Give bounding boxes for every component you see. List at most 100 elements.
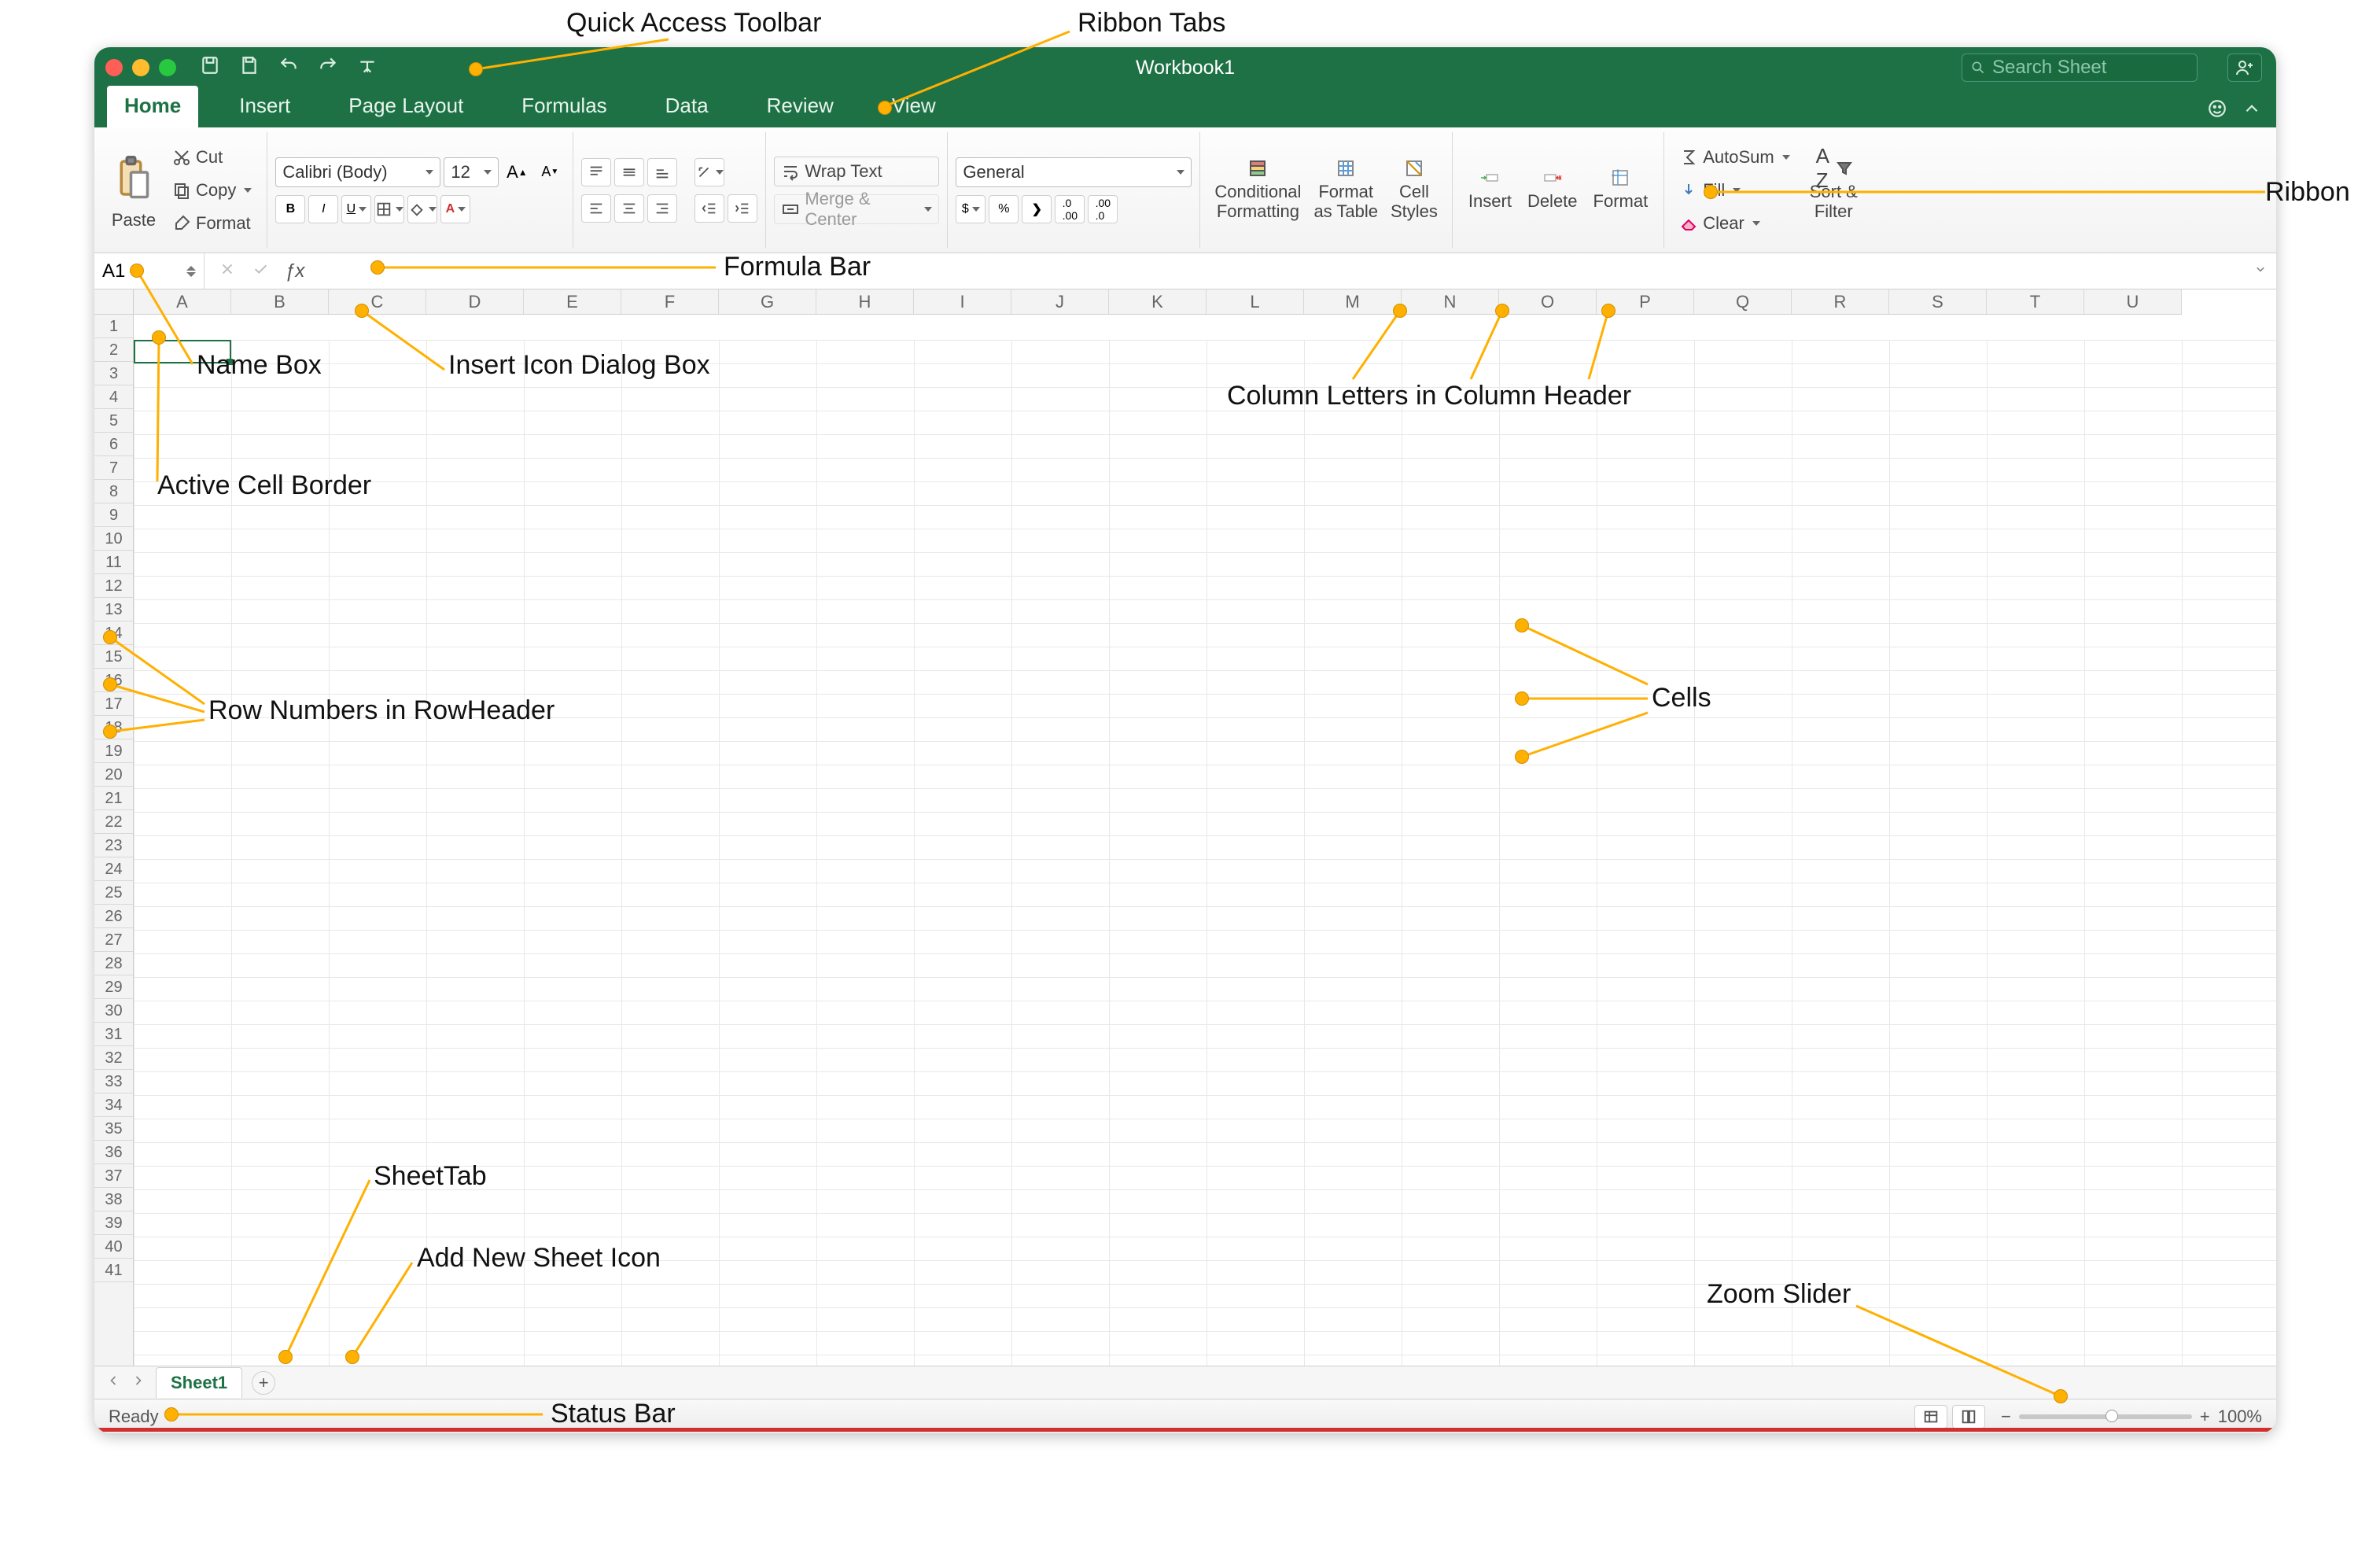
row-header[interactable]: 6 [94, 433, 133, 456]
row-header[interactable]: 9 [94, 503, 133, 527]
row-header[interactable]: 22 [94, 810, 133, 834]
zoom-slider[interactable]: − + 100% [2001, 1407, 2262, 1427]
row-header[interactable]: 4 [94, 385, 133, 409]
comma-icon[interactable]: ❯ [1022, 195, 1052, 223]
emoji-icon[interactable] [2207, 98, 2227, 123]
column-header[interactable]: G [719, 289, 816, 314]
row-headers[interactable]: 1234567891011121314151617181920212223242… [94, 315, 134, 1366]
next-sheet-icon[interactable] [131, 1373, 146, 1393]
orientation-icon[interactable] [694, 158, 724, 186]
number-format-select[interactable]: General [956, 157, 1192, 187]
add-sheet-button[interactable]: + [252, 1371, 275, 1395]
conditional-formatting-icon[interactable] [1248, 159, 1267, 178]
row-header[interactable]: 30 [94, 999, 133, 1023]
select-all-corner[interactable] [94, 289, 134, 315]
align-left-icon[interactable] [581, 194, 611, 223]
decrease-decimal-icon[interactable]: .00.0 [1088, 195, 1118, 223]
maximize-icon[interactable] [159, 59, 176, 76]
row-header[interactable]: 11 [94, 551, 133, 574]
window-controls[interactable] [105, 59, 176, 76]
row-header[interactable]: 35 [94, 1117, 133, 1141]
spreadsheet-grid[interactable]: ABCDEFGHIJKLMNOPQRSTU 123456789101112131… [94, 289, 2276, 1366]
row-header[interactable]: 20 [94, 763, 133, 787]
decrease-indent-icon[interactable] [694, 194, 724, 223]
row-header[interactable]: 17 [94, 692, 133, 716]
undo-icon[interactable] [278, 55, 299, 81]
bold-button[interactable]: B [275, 195, 305, 223]
tab-data[interactable]: Data [648, 86, 726, 127]
column-header[interactable]: F [621, 289, 719, 314]
column-header[interactable]: L [1207, 289, 1304, 314]
cells-area[interactable] [134, 340, 2276, 1366]
column-header[interactable]: K [1109, 289, 1207, 314]
copy-button[interactable]: Copy [165, 175, 259, 205]
align-top-icon[interactable] [581, 158, 611, 186]
row-header[interactable]: 21 [94, 787, 133, 810]
column-header[interactable]: Q [1694, 289, 1792, 314]
sort-filter-button[interactable]: Sort & Filter [1810, 183, 1858, 220]
row-header[interactable]: 31 [94, 1023, 133, 1046]
row-header[interactable]: 1 [94, 315, 133, 338]
format-cells-icon[interactable] [1611, 168, 1630, 187]
clear-button[interactable]: Clear [1672, 208, 1767, 238]
expand-formula-bar-icon[interactable] [2253, 261, 2268, 281]
search-sheet-input[interactable]: Search Sheet [1962, 53, 2198, 82]
row-header[interactable]: 40 [94, 1235, 133, 1259]
currency-icon[interactable]: $ [956, 195, 986, 223]
save-icon[interactable] [239, 55, 260, 81]
autosave-icon[interactable] [200, 55, 220, 81]
insert-function-icon[interactable]: ƒx [285, 260, 304, 282]
tab-home[interactable]: Home [107, 86, 198, 127]
row-header[interactable]: 33 [94, 1070, 133, 1093]
tab-page-layout[interactable]: Page Layout [331, 86, 481, 127]
column-header[interactable]: U [2084, 289, 2182, 314]
name-box[interactable]: A1 [94, 253, 204, 289]
row-header[interactable]: 24 [94, 857, 133, 881]
share-button[interactable] [2227, 53, 2262, 82]
insert-cells-icon[interactable] [1480, 168, 1499, 187]
borders-button[interactable] [374, 195, 404, 223]
merge-center-button[interactable]: Merge & Center [774, 194, 939, 224]
align-right-icon[interactable] [647, 194, 677, 223]
row-header[interactable]: 5 [94, 409, 133, 433]
cell-styles-icon[interactable] [1405, 159, 1424, 178]
qat-customize-icon[interactable] [357, 55, 378, 81]
column-header[interactable]: J [1011, 289, 1109, 314]
row-header[interactable]: 19 [94, 739, 133, 763]
row-header[interactable]: 39 [94, 1211, 133, 1235]
row-header[interactable]: 10 [94, 527, 133, 551]
column-header[interactable]: S [1889, 289, 1987, 314]
tab-formulas[interactable]: Formulas [504, 86, 624, 127]
decrease-font-icon[interactable]: A▼ [535, 158, 565, 186]
row-header[interactable]: 29 [94, 975, 133, 999]
paste-button[interactable]: Paste [112, 211, 156, 230]
minimize-icon[interactable] [132, 59, 149, 76]
font-color-button[interactable]: A [440, 195, 470, 223]
cancel-formula-icon[interactable] [219, 260, 236, 282]
column-header[interactable]: E [524, 289, 621, 314]
increase-indent-icon[interactable] [728, 194, 757, 223]
row-header[interactable]: 3 [94, 362, 133, 385]
column-header[interactable]: T [1987, 289, 2084, 314]
column-header[interactable]: N [1402, 289, 1499, 314]
align-middle-icon[interactable] [614, 158, 644, 186]
row-header[interactable]: 38 [94, 1188, 133, 1211]
format-as-table-icon[interactable] [1336, 159, 1355, 178]
close-icon[interactable] [105, 59, 123, 76]
paste-icon[interactable] [110, 149, 157, 206]
font-size-select[interactable]: 12 [444, 157, 499, 187]
row-header[interactable]: 15 [94, 645, 133, 669]
sheet-tab-sheet1[interactable]: Sheet1 [156, 1367, 242, 1398]
row-header[interactable]: 34 [94, 1093, 133, 1117]
row-header[interactable]: 36 [94, 1141, 133, 1164]
tab-insert[interactable]: Insert [222, 86, 308, 127]
row-header[interactable]: 8 [94, 480, 133, 503]
column-header[interactable]: B [231, 289, 329, 314]
row-header[interactable]: 32 [94, 1046, 133, 1070]
row-header[interactable]: 26 [94, 905, 133, 928]
row-header[interactable]: 25 [94, 881, 133, 905]
column-header[interactable]: R [1792, 289, 1889, 314]
row-header[interactable]: 41 [94, 1259, 133, 1282]
row-header[interactable]: 27 [94, 928, 133, 952]
italic-button[interactable]: I [308, 195, 338, 223]
